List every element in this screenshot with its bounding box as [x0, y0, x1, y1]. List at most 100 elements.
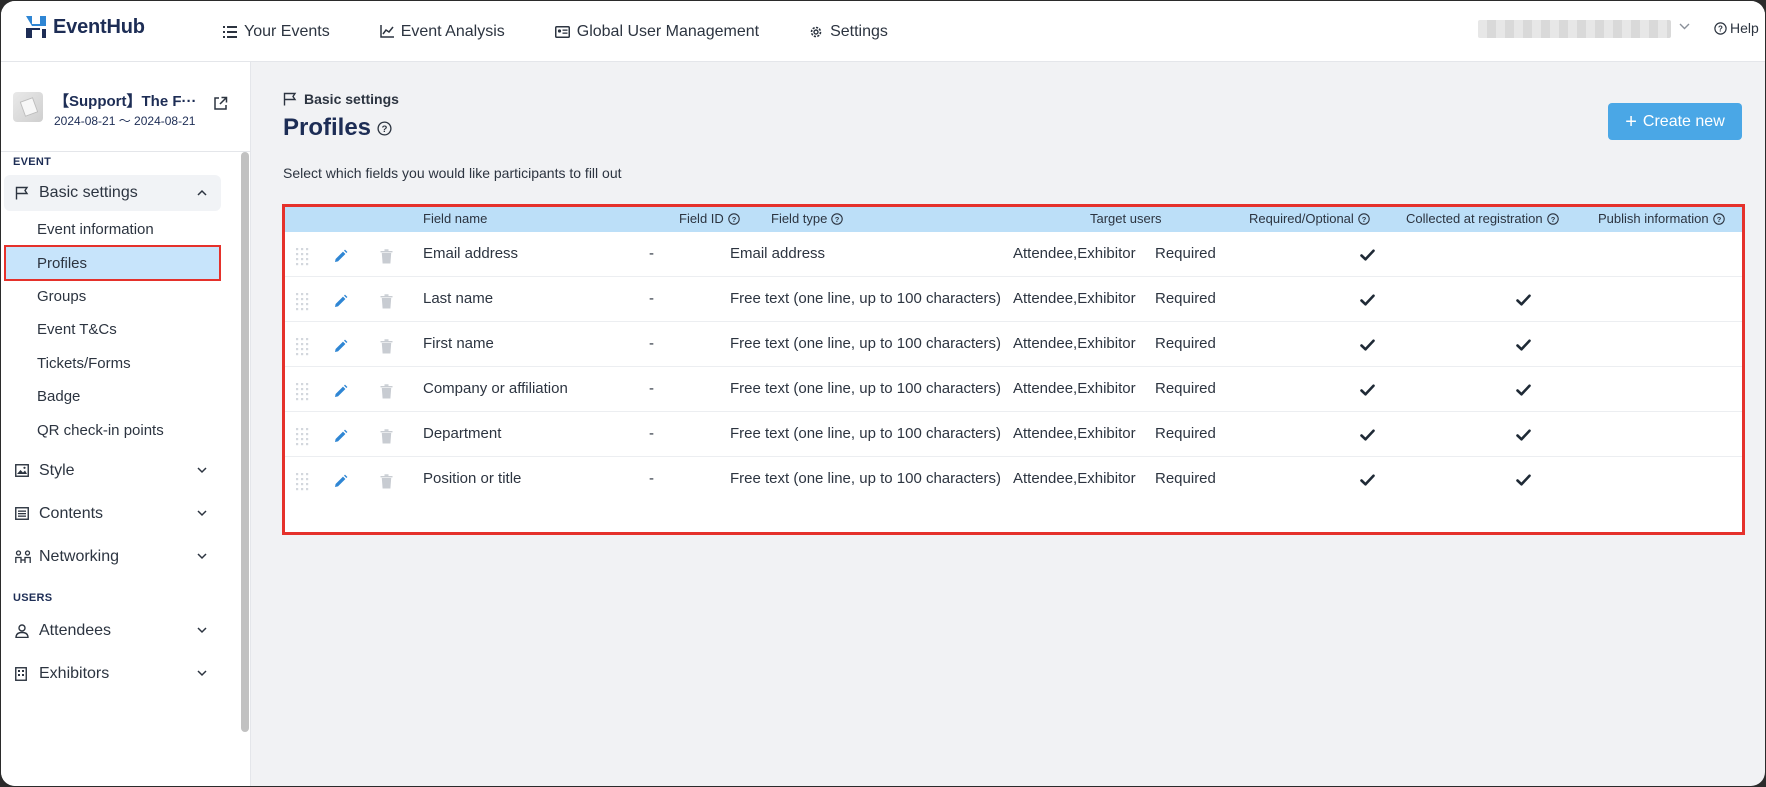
breadcrumb: Basic settings	[283, 91, 399, 107]
cell-target-users: Attendee,Exhibitor	[1013, 425, 1136, 442]
sidebar-group-networking[interactable]: Networking	[4, 539, 221, 575]
help-label: Help	[1730, 20, 1759, 36]
question-circle-icon[interactable]: ?	[1358, 212, 1370, 225]
collected-check-icon	[1360, 428, 1375, 446]
nav-event-analysis[interactable]: Event Analysis	[379, 23, 505, 41]
trash-icon	[380, 249, 393, 269]
question-circle-icon: ?	[1714, 21, 1727, 35]
sidebar-group-attendees[interactable]: Attendees	[4, 613, 221, 649]
header-label: Field name	[423, 211, 488, 226]
flag-icon	[15, 186, 29, 200]
header-label: Required/Optional	[1249, 211, 1354, 226]
breadcrumb-label: Basic settings	[304, 91, 399, 107]
drag-handle-icon[interactable]	[295, 293, 309, 316]
account-menu[interactable]	[1478, 20, 1671, 38]
cell-field-name: Department	[423, 425, 502, 442]
sidebar-item-profiles[interactable]: Profiles	[4, 245, 221, 281]
sidebar-item-tickets-forms[interactable]: Tickets/Forms	[4, 345, 221, 381]
app-window: EventHub Your Events Event Analysis Glob…	[1, 1, 1765, 786]
collected-check-icon	[1360, 338, 1375, 356]
sidebar-item-groups[interactable]: Groups	[4, 278, 221, 314]
header-label: Field ID	[679, 211, 724, 226]
nav-label: Global User Management	[576, 22, 760, 40]
svg-text:?: ?	[1718, 24, 1723, 33]
drag-handle-icon[interactable]	[295, 473, 309, 496]
cell-required-optional: Required	[1155, 425, 1216, 442]
create-new-button[interactable]: + Create new	[1608, 103, 1742, 140]
edit-pencil-icon[interactable]	[333, 294, 348, 314]
sidebar-group-label: Contents	[39, 505, 104, 522]
sidebar-group-exhibitors[interactable]: Exhibitors	[4, 656, 221, 692]
profiles-table: Field name Field ID ? Field type ? Targe…	[282, 204, 1745, 535]
table-row[interactable]: Email address - Email address Attendee,Exhi…	[285, 232, 1742, 277]
section-label-users: USERS	[13, 592, 53, 604]
user-icon	[15, 624, 29, 638]
cell-target-users: Attendee,Exhibitor	[1013, 380, 1136, 397]
page-title: Profiles ?	[283, 114, 392, 142]
cell-field-name: Email address	[423, 245, 519, 262]
question-circle-icon[interactable]: ?	[728, 212, 740, 225]
sidebar-scrollbar[interactable]	[241, 152, 249, 732]
table-row[interactable]: Last name - Free text (one line, up to 100…	[285, 277, 1742, 322]
edit-pencil-icon[interactable]	[333, 429, 348, 449]
sidebar-group-label: Attendees	[39, 622, 112, 639]
drag-handle-icon[interactable]	[295, 383, 309, 406]
question-circle-icon[interactable]: ?	[1546, 212, 1559, 225]
trash-icon	[380, 339, 393, 359]
cell-required-optional: Required	[1155, 245, 1216, 262]
nav-label: Settings	[830, 22, 888, 40]
building-icon	[15, 667, 27, 681]
id-card-icon	[554, 25, 570, 38]
edit-pencil-icon[interactable]	[333, 339, 348, 359]
cell-field-id: -	[649, 245, 654, 262]
drag-handle-icon[interactable]	[295, 248, 309, 271]
sidebar-item-badge[interactable]: Badge	[4, 378, 221, 414]
nav-global-user-management[interactable]: Global User Management	[554, 22, 760, 41]
page-description: Select which fields you would like parti…	[283, 165, 622, 181]
chevron-down-icon	[197, 510, 207, 517]
flag-icon	[283, 92, 297, 106]
table-row[interactable]: Department - Free text (one line, up to 10…	[285, 412, 1742, 457]
drag-handle-icon[interactable]	[295, 338, 309, 361]
cell-field-name: First name	[423, 335, 494, 352]
app-logo[interactable]: EventHub	[23, 13, 145, 41]
cell-required-optional: Required	[1155, 470, 1216, 487]
chevron-down-icon	[197, 670, 207, 677]
sidebar-group-basic-settings[interactable]: Basic settings	[4, 175, 221, 211]
nav-settings[interactable]: Settings	[809, 23, 888, 41]
trash-icon	[380, 384, 393, 404]
cell-field-type: Free text (one line, up to 100 character…	[730, 335, 1001, 352]
svg-text:?: ?	[1550, 214, 1555, 223]
cell-field-type: Free text (one line, up to 100 character…	[730, 380, 1001, 397]
edit-pencil-icon[interactable]	[333, 249, 348, 269]
question-circle-icon[interactable]: ?	[1712, 212, 1725, 225]
table-row[interactable]: Company or affiliation - Free text (one li…	[285, 367, 1742, 412]
sidebar-group-contents[interactable]: Contents	[4, 496, 221, 532]
sidebar-group-style[interactable]: Style	[4, 453, 221, 489]
external-link-icon[interactable]	[213, 96, 228, 111]
event-dates: 2024-08-21 ～ 2024-08-21	[54, 114, 196, 128]
sidebar-group-label: Basic settings	[39, 184, 138, 201]
question-circle-icon[interactable]: ?	[377, 120, 392, 136]
nav-your-events[interactable]: Your Events	[223, 23, 330, 41]
drag-handle-icon[interactable]	[295, 428, 309, 451]
sidebar-item-event-tcs[interactable]: Event T&Cs	[4, 311, 221, 347]
question-circle-icon[interactable]: ?	[831, 212, 844, 225]
cell-required-optional: Required	[1155, 335, 1216, 352]
chevron-down-icon[interactable]	[1679, 23, 1690, 30]
edit-pencil-icon[interactable]	[333, 384, 348, 404]
sidebar-item-qr-check-in-points[interactable]: QR check-in points	[4, 412, 221, 448]
help-link[interactable]: ? Help	[1714, 20, 1759, 36]
table-row[interactable]: Position or title - Free text (one line, u…	[285, 457, 1742, 502]
event-name: 【Support】The F···	[54, 93, 197, 110]
sidebar: 【Support】The F··· 2024-08-21 ～ 2024-08-2…	[1, 62, 251, 786]
edit-pencil-icon[interactable]	[333, 474, 348, 494]
table-row[interactable]: First name - Free text (one line, up to 10…	[285, 322, 1742, 367]
sidebar-item-event-information[interactable]: Event information	[4, 211, 221, 247]
cell-target-users: Attendee,Exhibitor	[1013, 335, 1136, 352]
header-publish-information: Publish information ?	[1598, 211, 1725, 226]
cell-field-id: -	[649, 335, 654, 352]
app-name: EventHub	[53, 15, 145, 38]
chevron-down-icon	[197, 467, 207, 474]
header-label: Target users	[1090, 211, 1162, 226]
